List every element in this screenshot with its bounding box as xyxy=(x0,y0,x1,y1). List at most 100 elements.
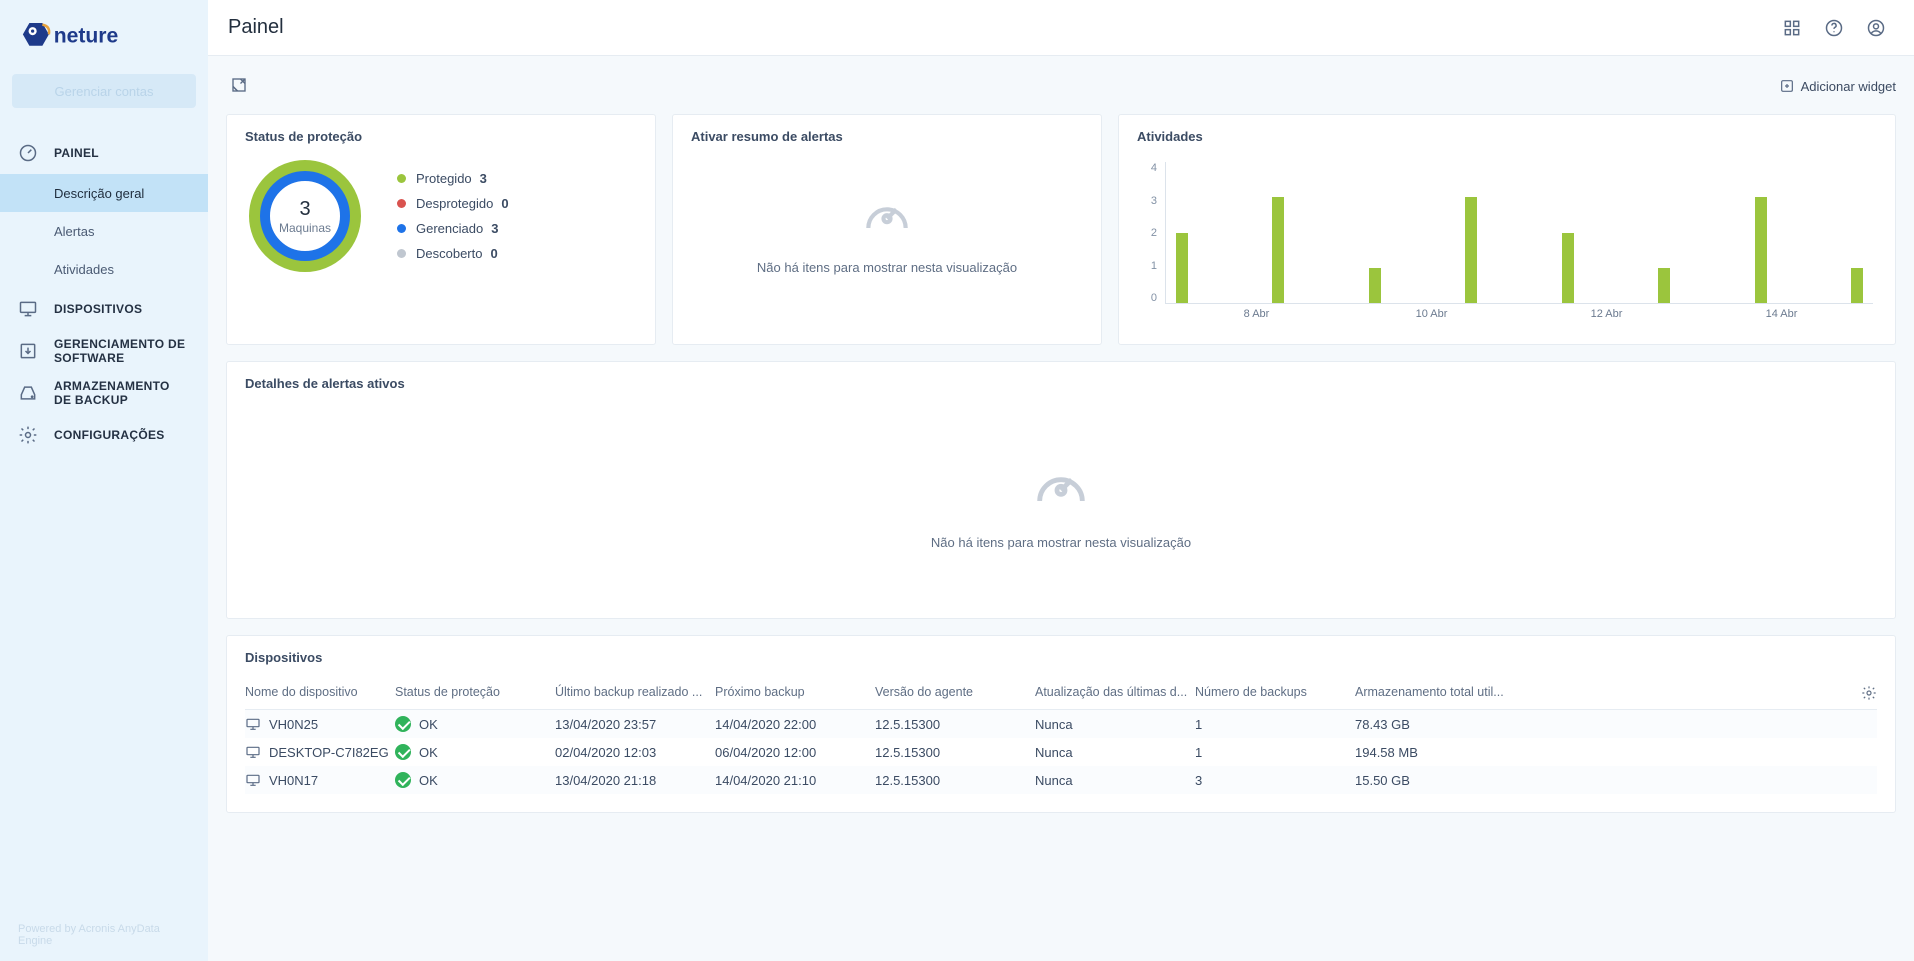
sidebar: neture Gerenciar contas PAINEL Descrição… xyxy=(0,0,208,961)
subnav-descricao-geral[interactable]: Descrição geral xyxy=(0,174,208,212)
col-version[interactable]: Versão do agente xyxy=(875,685,1035,701)
nav-label: PAINEL xyxy=(54,146,99,160)
nav-label: GERENCIAMENTO DE SOFTWARE xyxy=(54,337,190,366)
nav-dispositivos[interactable]: DISPOSITIVOS xyxy=(0,288,208,330)
status-text: OK xyxy=(419,745,438,760)
card-status-protecao: Status de proteção 3 Maquinas Protegido xyxy=(226,114,656,345)
sidebar-footer: Powered by Acronis AnyData Engine xyxy=(0,909,208,961)
cell-name: VH0N25 xyxy=(245,716,395,732)
device-name: VH0N25 xyxy=(269,717,318,732)
col-status[interactable]: Status de proteção xyxy=(395,685,555,701)
cell-status: OK xyxy=(395,716,555,732)
empty-state: Não há itens para mostrar nesta visualiz… xyxy=(245,403,1877,600)
cell-defs-update: Nunca xyxy=(1035,745,1195,760)
brand-logo: neture xyxy=(0,0,208,66)
monitor-icon xyxy=(18,299,38,319)
chart-bar xyxy=(1369,268,1381,303)
card-dispositivos: Dispositivos Nome do dispositivo Status … xyxy=(226,635,1896,813)
page-title: Painel xyxy=(228,16,284,39)
x-tick: 10 Abr xyxy=(1344,308,1519,320)
nav-label: ARMAZENAMENTO DE BACKUP xyxy=(54,379,190,408)
legend-value: 0 xyxy=(501,196,508,211)
col-storage[interactable]: Armazenamento total util... xyxy=(1355,685,1849,701)
activities-chart: 43210 8 Abr10 Abr12 Abr14 Abr xyxy=(1137,156,1877,326)
chart-bar xyxy=(1465,197,1477,303)
nav-armazenamento-backup[interactable]: ARMAZENAMENTO DE BACKUP xyxy=(0,372,208,414)
legend-value: 0 xyxy=(490,246,497,261)
subnav-alertas[interactable]: Alertas xyxy=(0,212,208,250)
topbar: Painel xyxy=(208,0,1914,56)
table-row[interactable]: VH0N25 OK 13/04/2020 23:57 14/04/2020 22… xyxy=(245,710,1877,738)
table-row[interactable]: VH0N17 OK 13/04/2020 21:18 14/04/2020 21… xyxy=(245,766,1877,794)
apps-grid-icon xyxy=(1782,18,1802,38)
add-widget-button[interactable]: Adicionar widget xyxy=(1779,78,1896,94)
card-resumo-alertas: Ativar resumo de alertas Não há itens pa… xyxy=(672,114,1102,345)
cell-storage: 78.43 GB xyxy=(1355,717,1849,732)
status-ok-icon xyxy=(395,772,411,788)
expand-button[interactable] xyxy=(226,72,252,101)
account-button[interactable] xyxy=(1858,10,1894,46)
legend-value: 3 xyxy=(480,171,487,186)
chart-bar xyxy=(1176,233,1188,304)
gauge-empty-icon xyxy=(1029,453,1093,517)
col-next[interactable]: Próximo backup xyxy=(715,685,875,701)
gear-icon xyxy=(1861,685,1877,701)
cell-last-backup: 13/04/2020 23:57 xyxy=(555,717,715,732)
legend-label: Desprotegido xyxy=(416,196,493,211)
expand-icon xyxy=(230,76,248,94)
plus-square-icon xyxy=(1779,78,1795,94)
subnav-atividades[interactable]: Atividades xyxy=(0,250,208,288)
cell-status: OK xyxy=(395,744,555,760)
main: Painel Adicionar widget Status de prot xyxy=(208,0,1914,961)
monitor-icon xyxy=(245,716,261,732)
cell-last-backup: 02/04/2020 12:03 xyxy=(555,745,715,760)
help-icon xyxy=(1824,18,1844,38)
cell-backup-count: 3 xyxy=(1195,773,1355,788)
y-tick: 0 xyxy=(1137,292,1157,304)
apps-grid-button[interactable] xyxy=(1774,10,1810,46)
device-name: VH0N17 xyxy=(269,773,318,788)
manage-accounts-button[interactable]: Gerenciar contas xyxy=(12,74,196,108)
gauge-empty-icon xyxy=(859,186,915,242)
col-last[interactable]: Último backup realizado ... xyxy=(555,685,715,701)
col-count[interactable]: Número de backups xyxy=(1195,685,1355,701)
cell-next-backup: 14/04/2020 22:00 xyxy=(715,717,875,732)
table-settings-button[interactable] xyxy=(1849,685,1877,701)
status-ok-icon xyxy=(395,744,411,760)
nav-gerenciamento-software[interactable]: GERENCIAMENTO DE SOFTWARE xyxy=(0,330,208,372)
help-button[interactable] xyxy=(1816,10,1852,46)
y-tick: 2 xyxy=(1137,227,1157,239)
content: Adicionar widget Status de proteção 3 Ma… xyxy=(208,56,1914,961)
table-row[interactable]: DESKTOP-C7I82EG OK 02/04/2020 12:03 06/0… xyxy=(245,738,1877,766)
col-defs[interactable]: Atualização das últimas d... xyxy=(1035,685,1195,701)
chart-bar xyxy=(1851,268,1863,303)
nav-painel[interactable]: PAINEL xyxy=(0,132,208,174)
cell-agent-version: 12.5.15300 xyxy=(875,745,1035,760)
card-atividades: Atividades 43210 8 Abr10 Abr12 Abr14 Abr xyxy=(1118,114,1896,345)
empty-state: Não há itens para mostrar nesta visualiz… xyxy=(691,156,1083,293)
donut-label: Maquinas xyxy=(279,221,331,235)
legend-label: Protegido xyxy=(416,171,472,186)
legend-row: Protegido 3 xyxy=(397,171,509,186)
cell-backup-count: 1 xyxy=(1195,717,1355,732)
download-box-icon xyxy=(18,341,38,361)
legend-dot-icon xyxy=(397,199,406,208)
card-title: Dispositivos xyxy=(245,650,1877,665)
cell-storage: 194.58 MB xyxy=(1355,745,1849,760)
cell-status: OK xyxy=(395,772,555,788)
card-detalhes-alertas: Detalhes de alertas ativos Não há itens … xyxy=(226,361,1896,619)
chart-bar xyxy=(1562,233,1574,304)
device-name: DESKTOP-C7I82EG xyxy=(269,745,389,760)
cell-agent-version: 12.5.15300 xyxy=(875,717,1035,732)
empty-text: Não há itens para mostrar nesta visualiz… xyxy=(931,535,1191,550)
nav: PAINEL Descrição geral Alertas Atividade… xyxy=(0,126,208,456)
col-name[interactable]: Nome do dispositivo xyxy=(245,685,395,701)
legend-value: 3 xyxy=(491,221,498,236)
y-tick: 1 xyxy=(1137,260,1157,272)
cell-defs-update: Nunca xyxy=(1035,717,1195,732)
legend-row: Gerenciado 3 xyxy=(397,221,509,236)
nav-label: DISPOSITIVOS xyxy=(54,302,142,316)
status-text: OK xyxy=(419,773,438,788)
nav-configuracoes[interactable]: CONFIGURAÇÕES xyxy=(0,414,208,456)
card-title: Status de proteção xyxy=(245,129,637,144)
